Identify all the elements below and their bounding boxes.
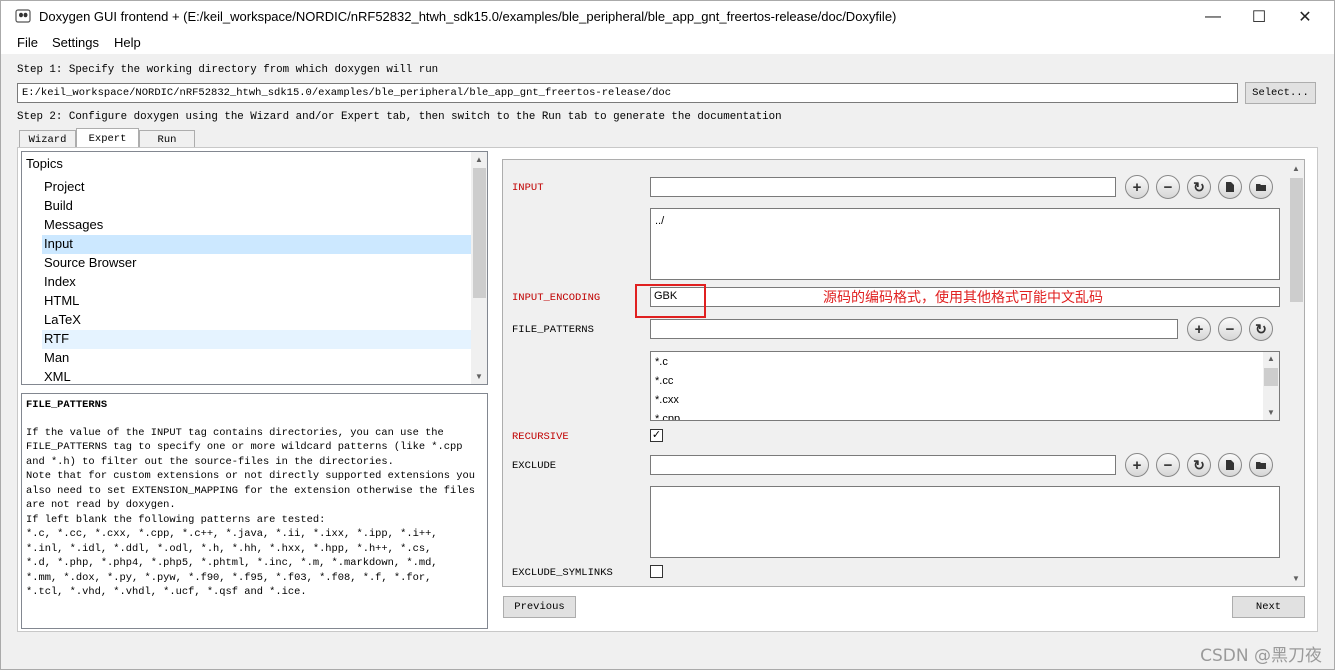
scroll-up-arrow-icon[interactable]: ▲ [1292,164,1300,173]
help-title: FILE_PATTERNS [26,399,108,411]
expert-settings-form: INPUT + − ↻ ../ INPUT_ENCODING GBK FILE_… [502,159,1305,587]
step1-label: Step 1: Specify the working directory fr… [17,64,439,76]
help-line: *.inl, *.idl, *.ddl, *.odl, *.h, *.hh, *… [26,542,432,555]
file-patterns-refresh-icon[interactable]: ↻ [1249,317,1273,341]
help-line: also need to set EXTENSION_MAPPING for t… [26,484,475,497]
topic-messages[interactable]: Messages [42,216,471,235]
file-patterns-add-icon[interactable]: + [1187,317,1211,341]
scroll-down-arrow-icon[interactable]: ▼ [1292,574,1300,583]
input-remove-icon[interactable]: − [1156,175,1180,199]
working-directory-input[interactable]: E:/keil_workspace/NORDIC/nRF52832_htwh_s… [17,83,1238,103]
annotation-text: 源码的编码格式，使用其他格式可能中文乱码 [823,290,1103,306]
previous-button[interactable]: Previous [503,596,576,618]
topic-xml[interactable]: XML [42,368,471,384]
file-patterns-item[interactable]: *.cxx [655,394,679,406]
close-button[interactable]: ✕ [1282,1,1328,32]
maximize-button[interactable]: ☐ [1236,1,1282,32]
topics-tree: Topics Project Build Messages Input Sour… [21,151,488,385]
input-add-icon[interactable]: + [1125,175,1149,199]
help-line: and *.h) to filter out the source-files … [26,455,394,468]
window-title: Doxygen GUI frontend + (E:/keil_workspac… [39,9,897,24]
file-patterns-scrollbar[interactable]: ▲ ▼ [1263,352,1279,420]
exclude-remove-icon[interactable]: − [1156,453,1180,477]
help-panel: FILE_PATTERNS If the value of the INPUT … [21,393,488,629]
help-line: are not read by doxygen. [26,499,176,511]
tab-run[interactable]: Run [139,130,195,148]
title-bar: Doxygen GUI frontend + (E:/keil_workspac… [1,1,1334,32]
menu-bar: File Settings Help [1,32,1334,54]
select-directory-button[interactable]: Select... [1245,82,1316,104]
topic-rtf[interactable]: RTF [42,330,471,349]
file-patterns-item[interactable]: *.cpp [655,413,680,420]
exclude-label: EXCLUDE [512,460,557,472]
help-line: FILE_PATTERNS tag to specify one or more… [26,441,463,453]
form-scroll-thumb[interactable] [1290,178,1303,302]
topics-scroll-thumb[interactable] [473,168,486,298]
topic-source-browser[interactable]: Source Browser [42,254,471,273]
help-line: *.mm, *.dox, *.py, *.pyw, *.f90, *.f95, … [26,571,432,584]
annotation-highlight-box [635,284,706,318]
input-list[interactable]: ../ [650,208,1280,280]
doxywizard-app-icon [15,9,31,23]
topics-header: Topics [26,156,63,171]
input-list-item[interactable]: ../ [655,215,664,227]
step2-label: Step 2: Configure doxygen using the Wiza… [17,111,782,123]
topic-man[interactable]: Man [42,349,471,368]
input-encoding-label: INPUT_ENCODING [512,292,601,304]
file-patterns-field[interactable] [650,319,1178,339]
help-line: If the value of the INPUT tag contains d… [26,426,444,439]
exclude-folder-icon[interactable] [1249,453,1273,477]
file-patterns-list[interactable]: *.c *.cc *.cxx *.cpp ▲ ▼ [650,351,1280,421]
scroll-up-arrow-icon[interactable]: ▲ [475,155,483,164]
tab-wizard[interactable]: Wizard [19,130,76,148]
help-line: *.c, *.cc, *.cxx, *.cpp, *.c++, *.java, … [26,528,438,540]
form-scrollbar[interactable]: ▲ ▼ [1288,160,1304,586]
file-patterns-label: FILE_PATTERNS [512,324,594,336]
help-line: *.d, *.php, *.php4, *.php5, *.phtml, *.i… [26,557,438,569]
topics-scrollbar[interactable]: ▲ ▼ [471,152,487,384]
scroll-up-arrow-icon[interactable]: ▲ [1267,354,1275,363]
help-line: If left blank the following patterns are… [26,513,326,526]
watermark: CSDN @黑刀夜 [1200,646,1322,666]
exclude-add-icon[interactable]: + [1125,453,1149,477]
help-line: *.tcl, *.vhd, *.vhdl, *.ucf, *.qsf and *… [26,586,307,598]
topic-latex[interactable]: LaTeX [42,311,471,330]
exclude-refresh-icon[interactable]: ↻ [1187,453,1211,477]
topic-index[interactable]: Index [42,273,471,292]
tab-expert[interactable]: Expert [76,128,139,149]
menu-settings[interactable]: Settings [52,35,99,50]
topic-build[interactable]: Build [42,197,471,216]
input-field[interactable] [650,177,1116,197]
menu-file[interactable]: File [17,35,38,50]
doxygen-window: Doxygen GUI frontend + (E:/keil_workspac… [0,0,1335,670]
recursive-checkbox[interactable]: ✓ [650,429,663,442]
exclude-symlinks-checkbox[interactable] [650,565,663,578]
topic-input[interactable]: Input [42,235,471,254]
recursive-label: RECURSIVE [512,431,569,443]
help-line: Note that for custom extensions or not d… [26,470,475,482]
input-label: INPUT [512,182,544,194]
exclude-field[interactable] [650,455,1116,475]
file-patterns-remove-icon[interactable]: − [1218,317,1242,341]
file-patterns-item[interactable]: *.cc [655,375,673,387]
input-file-icon[interactable] [1218,175,1242,199]
menu-help[interactable]: Help [114,35,141,50]
input-refresh-icon[interactable]: ↻ [1187,175,1211,199]
file-patterns-scroll-thumb[interactable] [1264,368,1278,386]
exclude-list[interactable] [650,486,1280,558]
exclude-file-icon[interactable] [1218,453,1242,477]
topic-project[interactable]: Project [42,178,471,197]
next-button[interactable]: Next [1232,596,1305,618]
topic-html[interactable]: HTML [42,292,471,311]
scroll-down-arrow-icon[interactable]: ▼ [1267,408,1275,417]
file-patterns-item[interactable]: *.c [655,356,668,368]
scroll-down-arrow-icon[interactable]: ▼ [475,372,483,381]
exclude-symlinks-label: EXCLUDE_SYMLINKS [512,567,613,579]
minimize-button[interactable]: — [1190,1,1236,32]
input-folder-icon[interactable] [1249,175,1273,199]
